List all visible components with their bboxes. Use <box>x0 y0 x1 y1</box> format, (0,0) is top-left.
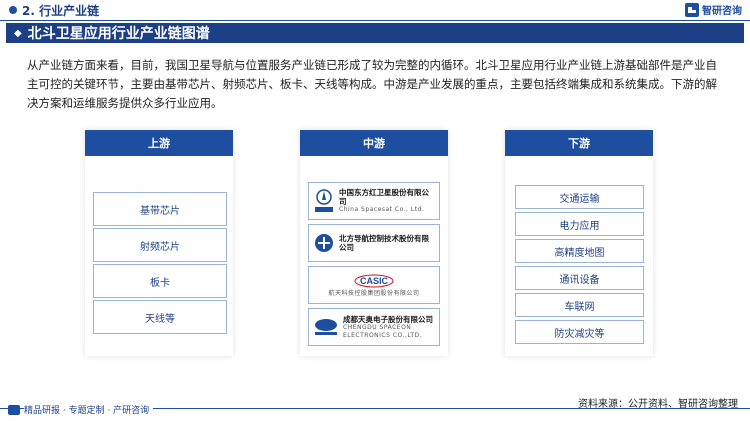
midstream-header: 中游 <box>300 130 448 156</box>
section-bullet-icon <box>9 6 17 14</box>
downstream-item: 高精度地图 <box>515 239 644 263</box>
svg-text:CASIC: CASIC <box>360 276 389 286</box>
upstream-item: 天线等 <box>93 300 227 334</box>
downstream-column: 下游 交通运输 电力应用 高精度地图 通讯设备 车联网 防灾减灾等 <box>505 130 653 356</box>
upstream-item: 射频芯片 <box>93 228 227 262</box>
upstream-column: 上游 基带芯片 射频芯片 板卡 天线等 <box>85 130 233 356</box>
china-aerospace-logo-icon <box>315 189 333 212</box>
downstream-item: 防灾减灾等 <box>515 320 644 344</box>
brand: 智研咨询 <box>685 2 742 17</box>
company-english-name: China Spacesat Co., Ltd. <box>339 206 425 213</box>
footer-tagline: 精品研报 · 专题定制 · 产研咨询 <box>8 403 154 416</box>
norinco-logo-icon <box>315 234 333 252</box>
brand-name: 智研咨询 <box>702 6 742 17</box>
downstream-item: 车联网 <box>515 293 644 317</box>
company-card: CASIC 航天科技控股集团股份有限公司 <box>308 266 440 304</box>
casic-logo-icon: CASIC <box>354 274 394 287</box>
upstream-item: 基带芯片 <box>93 192 227 226</box>
company-name: 中国东方红卫星股份有限公司 <box>339 188 429 206</box>
downstream-header: 下游 <box>505 130 653 156</box>
company-card: 中国东方红卫星股份有限公司 China Spacesat Co., Ltd. <box>308 182 440 220</box>
company-name: 航天科技控股集团股份有限公司 <box>328 289 420 297</box>
company-card: 成都天奥电子股份有限公司 CHENGDU SPACEON ELECTRONICS… <box>308 308 440 346</box>
intro-paragraph: 从产业链方面来看，目前，我国卫星导航与位置服务产业链已形成了较为完整的内循环。北… <box>27 58 717 110</box>
company-name: 成都天奥电子股份有限公司 <box>343 314 433 324</box>
section-title: 2. 行业产业链 <box>22 4 100 18</box>
downstream-item: 电力应用 <box>515 212 644 236</box>
downstream-item: 交通运输 <box>515 185 644 209</box>
report-icon <box>8 404 20 415</box>
downstream-item: 通讯设备 <box>515 266 644 290</box>
chevron-right-icon: ◆ <box>14 27 22 39</box>
upstream-header: 上游 <box>85 130 233 156</box>
top-bar: 2. 行业产业链 智研咨询 <box>0 0 750 22</box>
brand-logo-icon <box>685 2 699 17</box>
spaceon-logo-icon <box>315 319 337 335</box>
company-english-name: CHENGDU SPACEON ELECTRONICS CO.,LTD. <box>343 323 423 339</box>
company-name: 北方导航控制技术股份有限公司 <box>339 234 429 252</box>
page-title: 北斗卫星应用行业产业链图谱 <box>27 26 210 42</box>
title-banner: ◆ 北斗卫星应用行业产业链图谱 <box>6 23 744 43</box>
upstream-item: 板卡 <box>93 264 227 298</box>
midstream-column: 中游 中国东方红卫星股份有限公司 China Spacesat Co., Ltd… <box>300 130 448 356</box>
company-card: 北方导航控制技术股份有限公司 <box>308 224 440 262</box>
header-divider <box>0 20 750 21</box>
footer-text: 精品研报 · 专题定制 · 产研咨询 <box>24 403 154 416</box>
